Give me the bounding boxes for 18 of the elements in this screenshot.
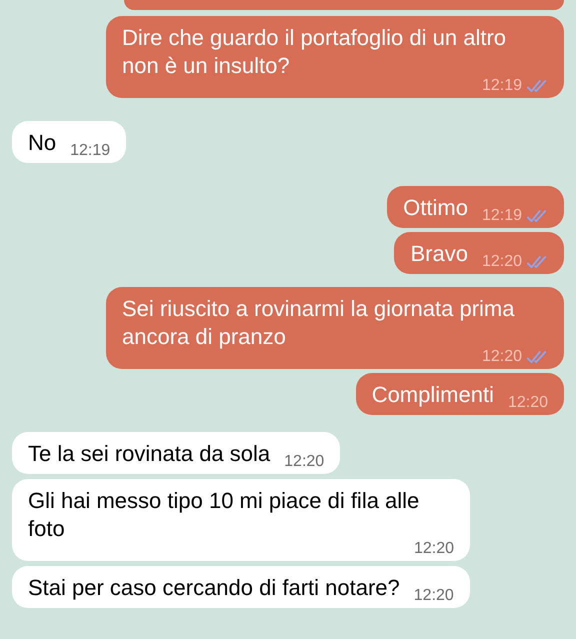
message-time: 12:20	[508, 394, 548, 412]
message-time: 12:20	[482, 348, 522, 366]
message-time: 12:19	[482, 207, 522, 225]
message-text: No	[28, 129, 56, 157]
message-time: 12:19	[482, 77, 522, 95]
message-text: Ottimo	[403, 194, 468, 222]
message-text: Stai per caso cercando di farti notare?	[28, 574, 400, 602]
message-text: Complimenti	[372, 381, 494, 409]
message-time: 12:20	[482, 253, 522, 271]
message-text: Gli hai messo tipo 10 mi piace di fila alle foto	[28, 487, 420, 542]
message-time: 12:20	[284, 453, 324, 471]
message-time: 12:20	[414, 587, 454, 605]
message-text: Bravo	[410, 240, 468, 268]
message-text: Dire che guardo il portafoglio di un altro non è un insulto?	[122, 24, 508, 78]
message-time: 12:20	[414, 540, 454, 558]
message-text: Sei riuscito a rovinarmi la giornata prima ancora di pranzo	[122, 295, 516, 350]
message-time: 12:19	[70, 142, 110, 160]
message-text: Te la sei rovinata da sola	[28, 440, 270, 468]
